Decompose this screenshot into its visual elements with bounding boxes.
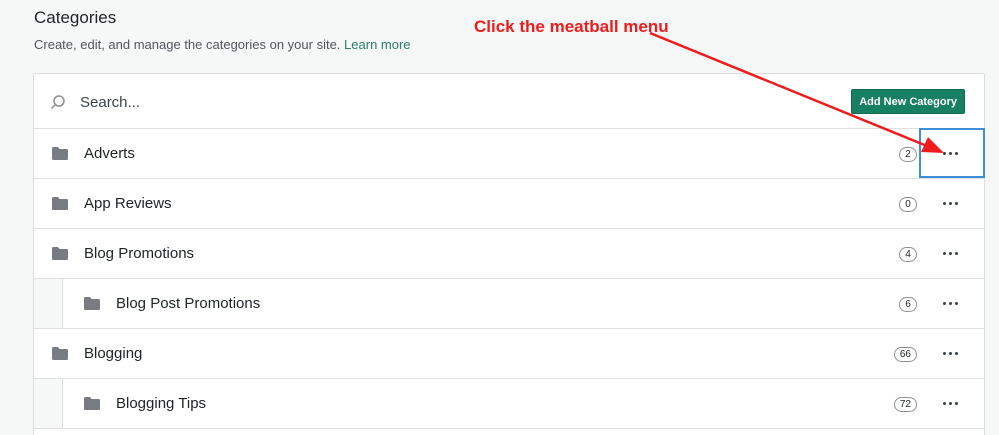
page-header: Categories Create, edit, and manage the … <box>34 8 411 52</box>
category-count-badge: 72 <box>893 397 917 412</box>
category-name[interactable]: Adverts <box>84 145 135 162</box>
category-count-badge: 66 <box>893 347 917 362</box>
meatball-menu-icon[interactable] <box>940 193 960 213</box>
folder-icon <box>52 247 68 260</box>
category-row[interactable]: Adverts 2 <box>34 129 984 179</box>
indent-bar <box>34 279 63 328</box>
category-name[interactable]: Blog Promotions <box>84 245 194 262</box>
category-row[interactable]: Blog Post Promotions 6 <box>34 279 984 329</box>
page-title: Categories <box>34 8 117 27</box>
subtitle-text: Create, edit, and manage the categories … <box>34 37 341 52</box>
meatball-menu-icon[interactable] <box>940 343 960 363</box>
add-new-category-button[interactable]: Add New Category <box>851 89 965 114</box>
folder-icon <box>84 397 100 410</box>
indent-bar <box>34 379 63 428</box>
meatball-menu-icon[interactable] <box>940 293 960 313</box>
category-row[interactable]: Blogging Tips 72 <box>34 379 984 429</box>
category-count-badge: 2 <box>899 147 917 162</box>
category-name[interactable]: Blog Post Promotions <box>116 295 260 312</box>
category-count-badge: 4 <box>899 247 917 262</box>
category-list: Adverts 2 App Reviews 0 Blog Promotions 4 Blog… <box>34 129 984 429</box>
folder-icon <box>84 297 100 310</box>
learn-more-link[interactable]: Learn more <box>344 37 410 52</box>
category-name[interactable]: Blogging Tips <box>116 395 206 412</box>
meatball-menu-icon[interactable] <box>940 393 960 413</box>
categories-panel: Add New Category Adverts 2 App Reviews 0 Blo… <box>33 73 985 435</box>
category-count-badge: 6 <box>899 297 917 312</box>
folder-icon <box>52 347 68 360</box>
category-count-badge: 0 <box>899 197 917 212</box>
category-name[interactable]: App Reviews <box>84 195 172 212</box>
annotation-text: Click the meatball menu <box>474 17 669 36</box>
search-icon <box>50 95 65 110</box>
meatball-menu-icon[interactable] <box>940 143 960 163</box>
category-name[interactable]: Blogging <box>84 345 142 362</box>
category-row[interactable]: Blog Promotions 4 <box>34 229 984 279</box>
page-subtitle: Create, edit, and manage the categories … <box>34 37 411 52</box>
category-row[interactable]: App Reviews 0 <box>34 179 984 229</box>
search-row: Add New Category <box>34 74 984 129</box>
category-row[interactable]: Blogging 66 <box>34 329 984 379</box>
folder-icon <box>52 147 68 160</box>
folder-icon <box>52 197 68 210</box>
search-input[interactable] <box>80 89 480 115</box>
meatball-menu-icon[interactable] <box>940 243 960 263</box>
